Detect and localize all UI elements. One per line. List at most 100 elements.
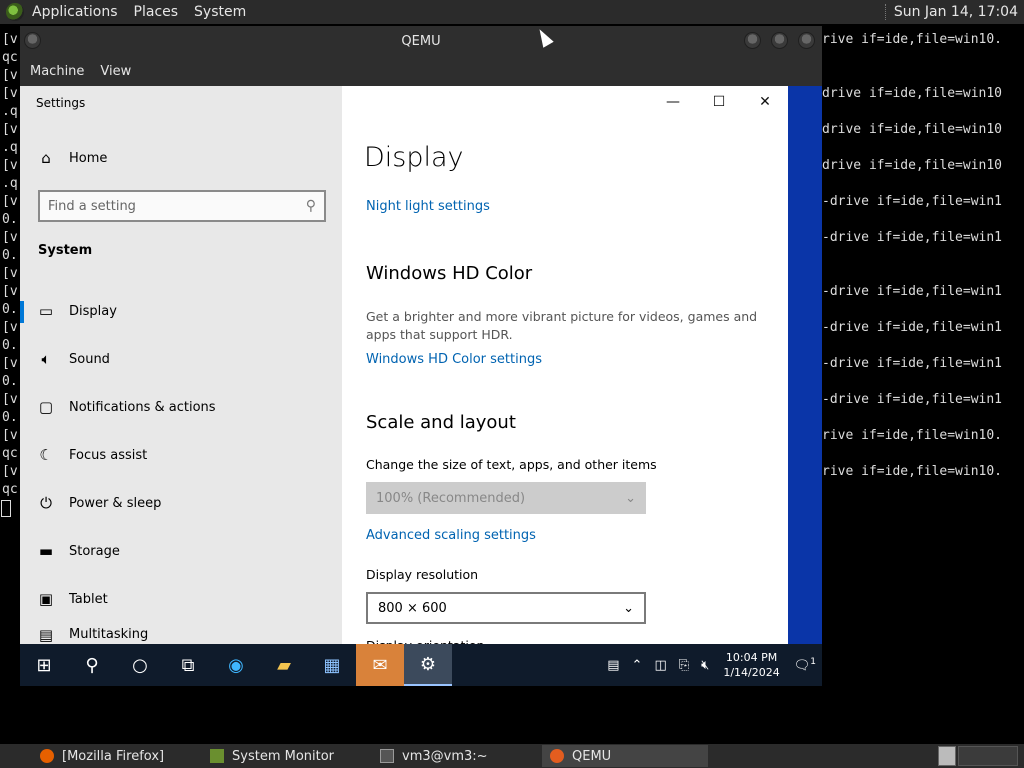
store-button[interactable]: ▦ — [308, 644, 356, 686]
terminal-line: [v — [2, 356, 18, 371]
nav-item-multitasking[interactable]: ▤ Multitasking — [20, 627, 342, 644]
workspace-switcher-2[interactable] — [958, 746, 1018, 766]
edge-icon: ◉ — [228, 654, 244, 676]
nav-label: Display — [69, 303, 117, 319]
terminal-line: [v — [2, 284, 18, 299]
top-panel: Applications Places System Sun Jan 14, 1… — [0, 0, 1024, 24]
settings-taskbar-button[interactable]: ⚙ — [404, 644, 452, 686]
terminal-line: qc — [2, 50, 18, 65]
machine-menu[interactable]: Machine — [22, 64, 92, 79]
qemu-icon — [550, 749, 564, 763]
tablet-icon: ▣ — [38, 590, 54, 608]
speaker-icon: 🔈︎ — [41, 350, 51, 368]
system-menu[interactable]: System — [186, 0, 254, 24]
terminal-line: -drive if=ide,file=win1 — [822, 392, 1003, 407]
taskbar-date: 1/14/2024 — [723, 666, 780, 679]
nav-item-power-sleep[interactable]: ⏻ Power & sleep — [20, 483, 342, 523]
meet-now-icon[interactable]: ◫ — [648, 658, 672, 673]
panel-clock[interactable]: Sun Jan 14, 17:04 — [884, 4, 1024, 20]
window-label: [Mozilla Firefox] — [62, 748, 165, 764]
nav-label: Tablet — [69, 591, 108, 607]
terminal-line: [v — [2, 266, 18, 281]
start-button[interactable]: ⊞ — [20, 644, 68, 686]
terminal-line: [v — [2, 320, 18, 335]
terminal-line: [v — [2, 464, 18, 479]
window-menu-icon[interactable] — [24, 32, 41, 49]
taskbar-item-terminal[interactable]: vm3@vm3:~ — [372, 745, 538, 767]
terminal-line: [v — [2, 428, 18, 443]
terminal-line: drive if=ide,file=win10 — [822, 122, 1003, 137]
minimize-icon[interactable] — [744, 32, 761, 49]
terminal-line: [v — [2, 230, 18, 245]
hd-color-link[interactable]: Windows HD Color settings — [366, 352, 542, 367]
vm-screen[interactable]: Settings ⌂ Home Find a setting ⚲ System … — [20, 86, 822, 686]
nav-item-sound[interactable]: 🔈︎ Sound — [20, 339, 342, 379]
resolution-value: 800 × 600 — [378, 600, 447, 616]
terminal-line: [v — [2, 194, 18, 209]
view-menu[interactable]: View — [92, 64, 139, 79]
nav-item-storage[interactable]: ▬ Storage — [20, 531, 342, 571]
terminal-line: 0. — [2, 338, 18, 353]
maximize-icon[interactable] — [771, 32, 788, 49]
terminal-icon — [380, 749, 394, 763]
edge-button[interactable]: ◉ — [212, 644, 260, 686]
terminal-line: -drive if=ide,file=win1 — [822, 194, 1003, 209]
workspace-switcher-1[interactable] — [938, 746, 956, 766]
section-heading: System — [38, 243, 93, 258]
terminal-line: qc — [2, 446, 18, 461]
news-icon[interactable]: ▤ — [601, 658, 625, 673]
close-icon[interactable]: ✕ — [750, 94, 780, 110]
advanced-scaling-link[interactable]: Advanced scaling settings — [366, 528, 536, 543]
terminal-line: 0. — [2, 212, 18, 227]
applications-menu[interactable]: Applications — [24, 0, 126, 24]
cortana-button[interactable]: ○ — [116, 644, 164, 686]
nav-label: Storage — [69, 543, 120, 559]
page-title: Display — [364, 142, 464, 173]
resolution-dropdown[interactable]: 800 × 600 ⌄ — [366, 592, 646, 624]
settings-window[interactable]: Settings ⌂ Home Find a setting ⚲ System … — [20, 86, 788, 644]
taskbar-item-firefox[interactable]: [Mozilla Firefox] — [32, 745, 198, 767]
search-button[interactable]: ⚲ — [68, 644, 116, 686]
nav-item-tablet[interactable]: ▣ Tablet — [20, 579, 342, 619]
terminal-line: [v — [2, 86, 18, 101]
taskbar-clock[interactable]: 10:04 PM 1/14/2024 — [715, 650, 787, 680]
file-explorer-button[interactable]: ▰ — [260, 644, 308, 686]
terminal-line: rive if=ide,file=win10. — [822, 464, 1003, 479]
places-menu[interactable]: Places — [126, 0, 187, 24]
nav-label: Sound — [69, 351, 110, 367]
nav-item-focus-assist[interactable]: ☾ Focus assist — [20, 435, 342, 475]
qemu-titlebar[interactable]: QEMU — [20, 26, 822, 56]
qemu-title: QEMU — [401, 33, 441, 49]
qemu-window[interactable]: QEMU Machine View Settings ⌂ Home Find a… — [20, 26, 822, 686]
gnome-logo-icon[interactable] — [6, 3, 24, 21]
mail-button[interactable]: ✉ — [356, 644, 404, 686]
close-icon[interactable] — [798, 32, 815, 49]
chevron-up-icon[interactable]: ⌃ — [626, 658, 649, 673]
task-view-button[interactable]: ⧉ — [164, 644, 212, 686]
minimize-icon[interactable]: — — [658, 94, 688, 110]
nav-item-display[interactable]: ▭ Display — [20, 291, 342, 331]
volume-muted-icon[interactable]: 🔇︎ — [695, 658, 715, 673]
terminal-line: [v — [2, 32, 18, 47]
search-icon: ⚲ — [305, 198, 316, 214]
scale-heading: Scale and layout — [366, 412, 516, 433]
hd-color-description: Get a brighter and more vibrant picture … — [366, 309, 758, 342]
scale-dropdown[interactable]: 100% (Recommended) ⌄ — [366, 482, 646, 514]
taskbar-item-qemu[interactable]: QEMU — [542, 745, 708, 767]
terminal-line: -drive if=ide,file=win1 — [822, 320, 1003, 335]
terminal-line: [v — [2, 68, 18, 83]
action-center-icon[interactable]: 🗨︎1 — [788, 657, 822, 673]
taskbar-item-system-monitor[interactable]: System Monitor — [202, 745, 368, 767]
maximize-icon[interactable]: ☐ — [704, 94, 734, 110]
nav-item-notifications[interactable]: ▢ Notifications & actions — [20, 387, 342, 427]
terminal-line: .q — [2, 176, 18, 191]
nav-label: Notifications & actions — [69, 399, 216, 415]
window-label: vm3@vm3:~ — [402, 748, 488, 764]
network-icon[interactable]: ⎘ — [673, 658, 695, 673]
window-label: System Monitor — [232, 748, 335, 764]
resolution-label: Display resolution — [366, 567, 479, 582]
home-nav-item[interactable]: ⌂ Home — [38, 149, 107, 167]
settings-search-input[interactable]: Find a setting ⚲ — [38, 190, 326, 222]
night-light-link[interactable]: Night light settings — [366, 199, 490, 214]
windows-taskbar: ⊞ ⚲ ○ ⧉ ◉ ▰ ▦ ✉ ⚙ ▤ ⌃ ◫ ⎘ 🔇︎ 10:04 PM 1/… — [20, 644, 822, 686]
